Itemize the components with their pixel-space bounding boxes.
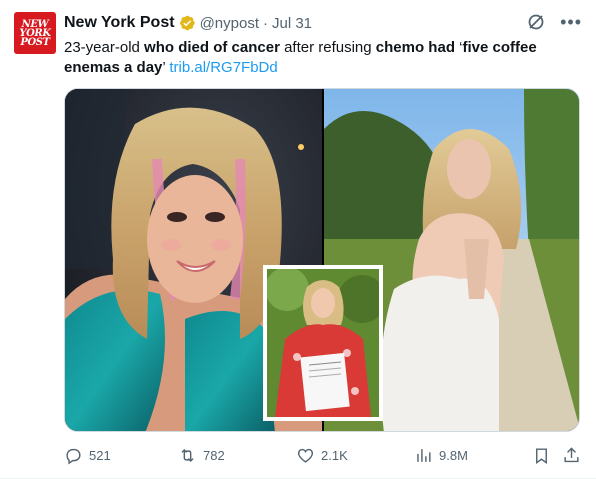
bookmark-icon [536, 447, 547, 464]
grok-icon[interactable] [526, 12, 546, 32]
tweet-header: New York Post @nypost · Jul 31 [64, 12, 312, 34]
like-count: 2.1K [321, 447, 348, 463]
bookmark-button[interactable] [532, 446, 557, 465]
tweet-text-segment: chemo had [375, 39, 455, 56]
repost-count: 782 [203, 447, 225, 463]
tweet-link[interactable]: trib.al/RG7FbDd [169, 59, 277, 76]
tweet-text-segment: 23-year-old [64, 39, 145, 56]
repost-icon [181, 448, 194, 462]
tweet-text-segment: who died of cancer [144, 39, 280, 56]
tweet-text-segment: after refusing [279, 39, 376, 56]
timestamp[interactable]: Jul 31 [272, 15, 312, 32]
heart-icon [297, 448, 314, 463]
view-count: 9.8M [439, 447, 468, 463]
woman-holding-certificate-photo[interactable] [263, 265, 383, 421]
reply-icon [66, 448, 81, 465]
tweet-top-actions: ••• [526, 12, 582, 32]
tweet-text: 23-year-old who died of cancer after ref… [64, 38, 574, 78]
verified-badge-icon [178, 14, 196, 32]
share-icon [564, 446, 579, 462]
like-button[interactable]: 2.1K [296, 446, 348, 465]
account-name[interactable]: New York Post [64, 14, 175, 32]
separator-dot: · [262, 14, 268, 32]
views-icon [417, 448, 431, 462]
account-handle[interactable]: @nypost [200, 15, 259, 32]
reply-count: 521 [89, 447, 111, 463]
tweet-card[interactable]: NEW YORK POST New York Post @nypost · Ju… [0, 0, 596, 479]
tweet-media[interactable] [64, 88, 580, 432]
avatar-logo-line-3: POST [20, 36, 50, 48]
views-button[interactable]: 9.8M [414, 446, 468, 465]
repost-button[interactable]: 782 [178, 446, 225, 465]
reply-button[interactable]: 521 [64, 446, 111, 465]
share-button[interactable] [562, 446, 587, 465]
more-icon[interactable]: ••• [560, 13, 582, 31]
tweet-text-body: 23-year-old who died of cancer after ref… [64, 39, 537, 76]
tweet-actions-bar: 521 782 2.1K 9.8M [64, 444, 580, 466]
avatar[interactable]: NEW YORK POST [14, 12, 56, 54]
